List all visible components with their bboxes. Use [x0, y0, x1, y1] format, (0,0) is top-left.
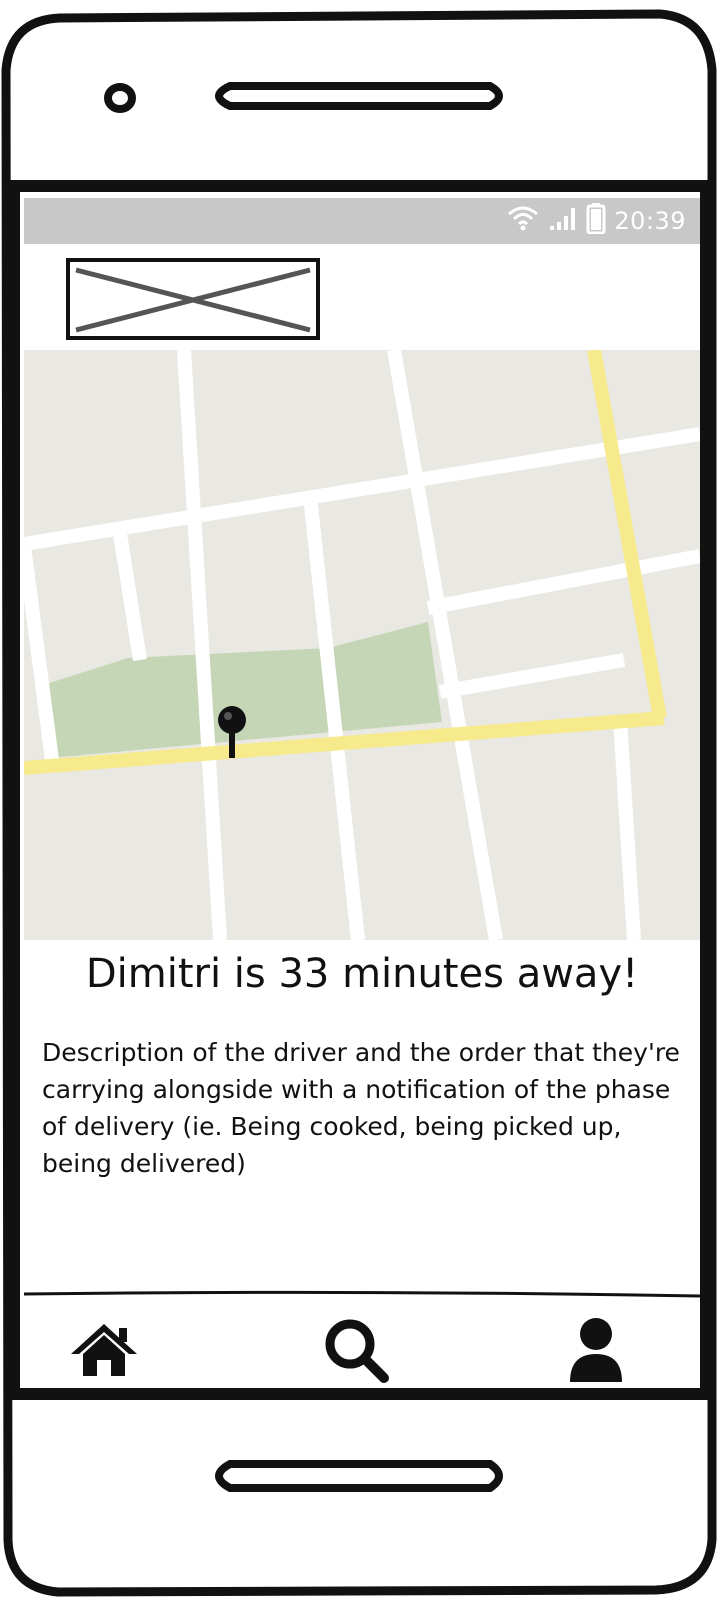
- battery-icon: [586, 202, 606, 240]
- user-icon: [566, 1316, 626, 1388]
- search-icon: [320, 1314, 392, 1390]
- eta-headline: Dimitri is 33 minutes away!: [85, 951, 639, 997]
- home-icon: [69, 1320, 139, 1384]
- bottom-navigation: [24, 1296, 700, 1402]
- status-icons: 20:39: [506, 202, 686, 240]
- delivery-description: Description of the driver and the order …: [42, 1038, 680, 1178]
- app-header: [24, 244, 700, 350]
- nav-home-button[interactable]: [64, 1314, 144, 1390]
- nav-search-button[interactable]: [316, 1314, 396, 1390]
- status-bar: 20:39: [24, 198, 700, 244]
- status-time: 20:39: [614, 207, 686, 235]
- delivery-map[interactable]: [24, 350, 700, 940]
- logo-image-placeholder: [66, 258, 320, 340]
- wifi-icon: [506, 204, 540, 238]
- signal-icon: [548, 204, 578, 238]
- nav-profile-button[interactable]: [556, 1314, 636, 1390]
